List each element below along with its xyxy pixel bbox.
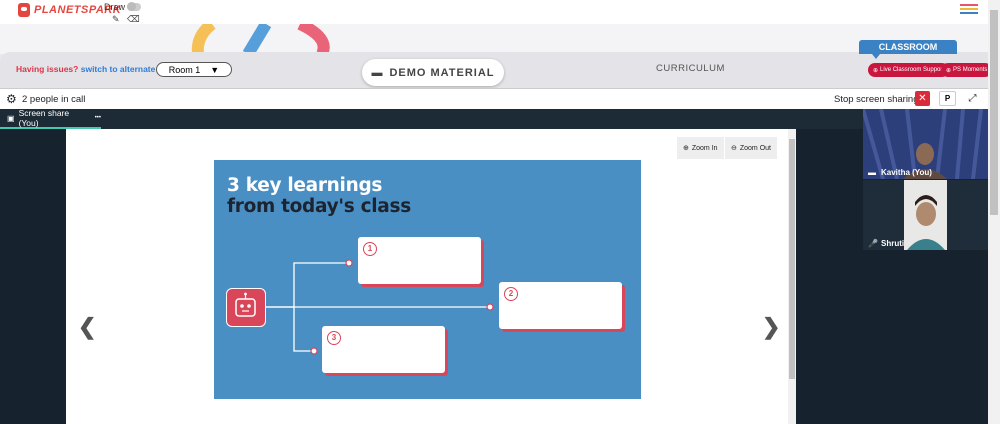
zoom-out-label: Zoom Out (739, 144, 771, 152)
people-count: 2 people in call (22, 94, 86, 105)
zoom-out-icon: ⊖ (731, 145, 737, 152)
stop-sharing-button[interactable]: ✕ (915, 91, 930, 106)
live-support-label: Live Classroom Support (880, 67, 945, 73)
hamburger-menu-icon[interactable] (960, 4, 978, 16)
microphone-icon: 🎤 (868, 239, 878, 248)
alternate-room-notice: Having issues? switch to alternate room (16, 64, 179, 74)
participants-panel: ▬ Kavitha (You) 🎤 Shruti (863, 109, 988, 424)
zoom-in-icon: ⊕ (683, 145, 689, 152)
zoom-in-label: Zoom In (691, 144, 718, 152)
learning-box-3: 3 (322, 326, 445, 373)
draw-label: Draw (104, 2, 126, 12)
learning-number-3: 3 (327, 331, 341, 345)
previous-slide-icon[interactable]: ❮ (78, 314, 96, 340)
page-scrollbar[interactable] (988, 0, 1000, 424)
screen-share-tab-label: Screen share (You) (18, 108, 70, 128)
robot-icon (226, 288, 266, 327)
issue-prefix: Having issues? (16, 64, 79, 74)
pin-button[interactable]: P (939, 91, 956, 106)
learning-number-2: 2 (504, 287, 518, 301)
learning-box-1: 1 (358, 237, 481, 284)
stop-sharing-label: Stop screen sharing (834, 94, 919, 105)
chevron-down-icon: ▼ (210, 64, 220, 75)
screen-icon: ▣ (7, 113, 15, 123)
participant-tile[interactable]: 🎤 Shruti (863, 180, 988, 250)
zoom-out-button[interactable]: ⊖ Zoom Out (725, 137, 777, 159)
ps-moments-label: PS Moments (953, 67, 988, 73)
stage-tab-bar (0, 109, 863, 129)
microphone-icon: ▬ (868, 168, 876, 177)
next-slide-icon[interactable]: ❯ (762, 314, 780, 340)
room-select-value: Room 1 (168, 64, 201, 75)
call-bar: ⚙ 2 people in call Stop screen sharing ✕… (0, 88, 988, 109)
close-icon: ✕ (918, 93, 927, 104)
classroom-tab[interactable]: CLASSROOM (859, 40, 957, 54)
zoom-in-button[interactable]: ⊕ Zoom In (677, 137, 724, 159)
more-options-icon[interactable]: ••• (95, 115, 101, 121)
screen-share-tab[interactable]: ▣ Screen share (You) ••• (0, 108, 101, 129)
ps-moments-button[interactable]: ⊕ PS Moments (941, 63, 993, 77)
learning-number-1: 1 (363, 242, 377, 256)
curriculum-tab[interactable]: CURRICULUM (656, 63, 725, 74)
fullscreen-icon[interactable]: ⤢ (964, 91, 981, 106)
classroom-pointer (872, 54, 880, 59)
room-select[interactable]: Room 1 ▼ (156, 62, 232, 77)
shared-content: ⊕ Zoom In ⊖ Zoom Out ❮ ❯ 3 key learnings… (66, 129, 788, 424)
participant-name: Kavitha (You) (881, 168, 932, 177)
logo-mark-icon (18, 3, 30, 17)
slide: 3 key learnings from today's class 1 2 3 (214, 160, 641, 399)
top-bar: PLANETSPARK Draw ✎ ⌫ (0, 0, 1000, 24)
learning-box-2: 2 (499, 282, 622, 329)
draw-toggle[interactable] (127, 2, 141, 11)
plus-icon: ⊕ (946, 67, 952, 74)
plus-icon: ⊕ (873, 67, 879, 74)
demo-material-label: DEMO MATERIAL (389, 66, 495, 79)
live-support-button[interactable]: ⊕ Live Classroom Support (868, 63, 950, 77)
page-scrollbar-thumb[interactable] (990, 10, 998, 215)
screen-share-stage: ▣ Screen share (You) ••• ⊕ Zoom In ⊖ Zoo… (0, 108, 988, 424)
content-scrollbar[interactable] (788, 129, 796, 424)
participant-name: Shruti (881, 239, 905, 248)
decorative-banner (0, 24, 1000, 54)
gear-icon[interactable]: ⚙ (6, 92, 17, 106)
demo-material-button[interactable]: ▬ DEMO MATERIAL (362, 59, 504, 86)
folder-icon: ▬ (371, 66, 384, 79)
decorative-shapes (191, 24, 330, 54)
content-scrollbar-thumb[interactable] (789, 139, 795, 379)
participant-tile[interactable]: ▬ Kavitha (You) (863, 109, 988, 179)
